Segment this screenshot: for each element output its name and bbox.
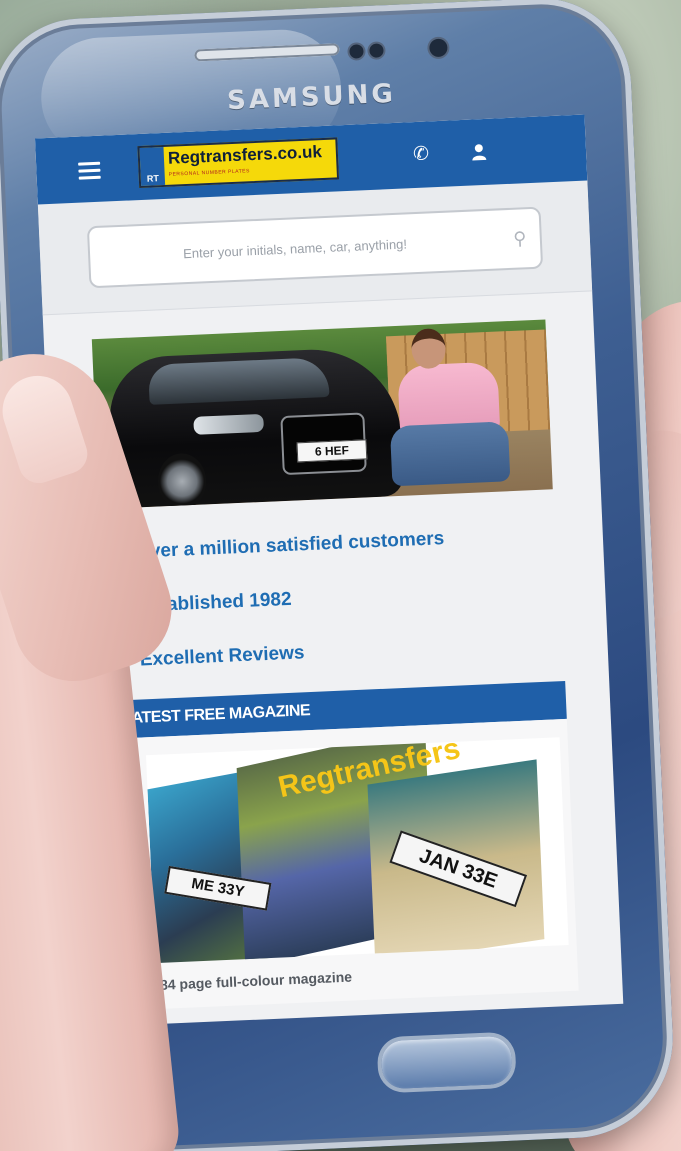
feature-label: Excellent Reviews — [139, 642, 305, 671]
home-button[interactable] — [380, 1035, 513, 1090]
site-logo[interactable]: RT Regtransfers.co.uk PERSONAL NUMBER PL… — [137, 137, 340, 189]
phone-icon[interactable]: ✆ — [410, 143, 433, 166]
search-input[interactable] — [89, 231, 501, 265]
magazine-card[interactable]: Regtransfers ME 33Y JAN 33E 84 page full… — [109, 718, 579, 1011]
hero-windshield — [147, 356, 330, 405]
search-icon[interactable]: ⚲ — [499, 227, 540, 250]
magazine-image[interactable]: Regtransfers ME 33Y JAN 33E — [145, 737, 569, 964]
hero-headlight — [193, 413, 264, 435]
hero-number-plate: 6 HEF — [296, 439, 368, 463]
magazine-caption: 84 page full-colour magazine — [159, 968, 353, 993]
logo-mark: RT — [139, 146, 166, 186]
feature-label: Over a million satisfied customers — [134, 528, 445, 563]
sensor-dot — [349, 44, 364, 59]
hamburger-menu-icon[interactable] — [78, 161, 101, 180]
user-icon[interactable] — [468, 141, 491, 164]
hero-person — [389, 325, 513, 496]
hero-image: 6 HEF — [91, 319, 553, 510]
front-camera — [429, 38, 448, 58]
sensor-dot — [369, 43, 384, 58]
search-box: ⚲ — [86, 206, 544, 289]
